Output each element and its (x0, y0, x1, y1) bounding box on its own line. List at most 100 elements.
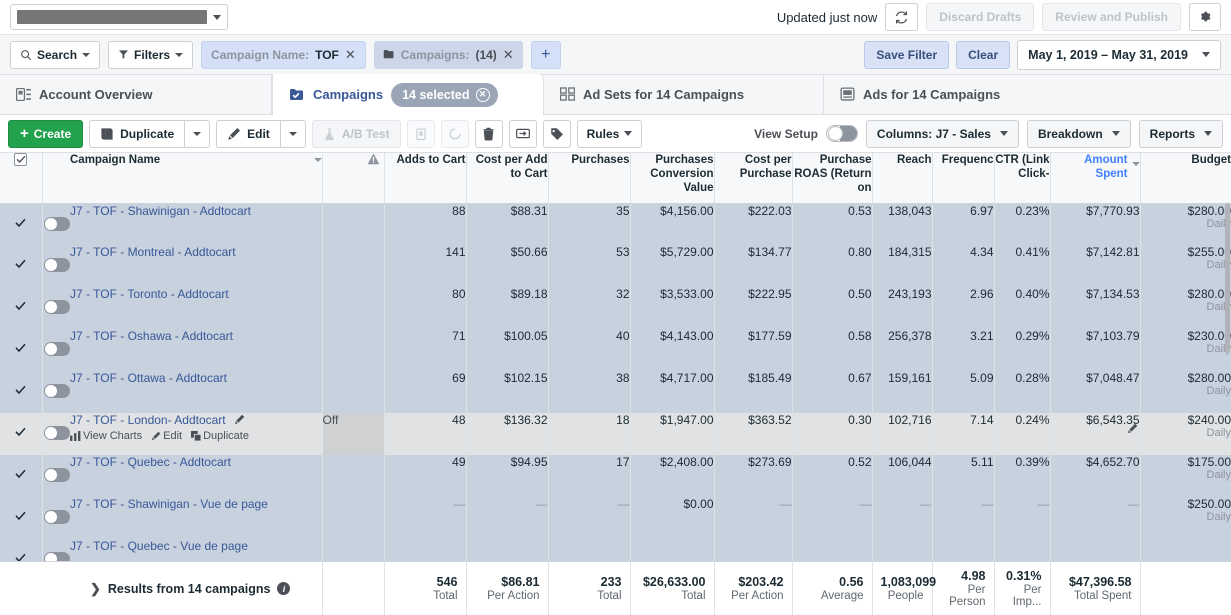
table-row[interactable]: J7 - TOF - Ottawa - Addtocart 69 $102.15… (0, 371, 1231, 413)
columns-dropdown[interactable]: Columns: J7 - Sales (866, 120, 1019, 148)
header-amount-spent-label: Amount Spent (1051, 153, 1128, 181)
save-filter-button[interactable]: Save Filter (864, 41, 949, 69)
view-charts-action[interactable]: View Charts (70, 430, 142, 442)
header-adds-to-cart[interactable]: Adds to Cart (384, 153, 466, 203)
tab-campaigns[interactable]: Campaigns 14 selected ✕ (272, 74, 544, 115)
header-frequency[interactable]: Frequenc (932, 153, 994, 203)
duplicate-action[interactable]: Duplicate (191, 430, 249, 442)
inline-edit-budget-icon[interactable] (1127, 423, 1138, 434)
duplicate-button[interactable]: Duplicate (89, 120, 184, 148)
selection-badge[interactable]: 14 selected ✕ (391, 83, 497, 107)
row-campaign-name[interactable]: J7 - TOF - Ottawa - Addtocart (70, 371, 322, 413)
table-row[interactable]: J7 - TOF - Oshawa - Addtocart 71 $100.05… (0, 329, 1231, 371)
campaign-name-header[interactable]: Campaign Name (70, 153, 322, 203)
footer-results-label[interactable]: ❯ Results from 14 campaigns i (70, 562, 322, 615)
revert-button[interactable] (441, 120, 469, 148)
table-row[interactable]: J7 - TOF - Shawinigan - Vue de page — — … (0, 497, 1231, 539)
filters-button[interactable]: Filters (108, 41, 193, 69)
row-checkbox[interactable] (0, 203, 42, 245)
sort-caret-icon[interactable] (314, 158, 322, 162)
row-campaign-name[interactable]: J7 - TOF - Oshawa - Addtocart (70, 329, 322, 371)
row-status-toggle[interactable] (42, 287, 70, 329)
header-purchases-conversion-value[interactable]: Purchases Conversion Value (630, 153, 714, 203)
date-range-picker[interactable]: May 1, 2019 – May 31, 2019 (1017, 40, 1221, 70)
vertical-scrollbar[interactable] (1224, 203, 1231, 561)
edit-button[interactable]: Edit (216, 120, 280, 148)
updated-status: Updated just now (777, 10, 877, 25)
footer-spacer (0, 562, 70, 615)
ab-test-button[interactable]: A/B Test (312, 120, 401, 148)
row-status-toggle[interactable] (42, 245, 70, 287)
row-status-toggle[interactable] (42, 371, 70, 413)
row-campaign-name[interactable]: J7 - TOF - Quebec - Addtocart (70, 455, 322, 497)
edit-dropdown-button[interactable] (280, 120, 306, 148)
search-button[interactable]: Search (10, 41, 100, 69)
add-filter-button[interactable]: + (531, 41, 561, 69)
discard-drafts-button[interactable]: Discard Drafts (926, 3, 1034, 31)
header-cost-per-add-to-cart[interactable]: Cost per Add to Cart (466, 153, 548, 203)
tag-button[interactable] (543, 120, 571, 148)
edit-action[interactable]: Edit (151, 430, 182, 442)
header-purchase-roas[interactable]: Purchase ROAS (Return on (792, 153, 872, 203)
header-purchases[interactable]: Purchases (548, 153, 630, 203)
header-amount-spent[interactable]: Amount Spent (1050, 153, 1140, 203)
row-campaign-name[interactable]: J7 - TOF - Shawinigan - Addtocart (70, 203, 322, 245)
clear-selection-icon[interactable]: ✕ (476, 88, 490, 102)
inline-edit-name-icon[interactable] (234, 414, 245, 425)
row-status-toggle[interactable] (42, 203, 70, 245)
row-status-toggle[interactable] (42, 413, 70, 455)
review-and-publish-button[interactable]: Review and Publish (1042, 3, 1181, 31)
row-campaign-name[interactable]: J7 - TOF - London- Addtocart View Charts… (70, 413, 322, 455)
rules-button[interactable]: Rules (577, 120, 643, 148)
view-setup-toggle[interactable] (826, 125, 858, 142)
tab-account-overview[interactable]: Account Overview (0, 74, 272, 114)
header-reach[interactable]: Reach (872, 153, 932, 203)
delete-button[interactable] (475, 120, 503, 148)
row-checkbox[interactable] (0, 245, 42, 287)
table-row[interactable]: J7 - TOF - Quebec - Addtocart 49 $94.95 … (0, 455, 1231, 497)
reports-dropdown[interactable]: Reports (1139, 120, 1223, 148)
header-budget[interactable]: Budget (1140, 153, 1231, 203)
row-campaign-name[interactable]: J7 - TOF - Shawinigan - Vue de page (70, 497, 322, 539)
row-campaign-name[interactable]: J7 - TOF - Montreal - Addtocart (70, 245, 322, 287)
cell-frequency: 5.09 (932, 371, 994, 413)
tab-adsets[interactable]: Ad Sets for 14 Campaigns (544, 74, 824, 114)
duplicate-dropdown-button[interactable] (184, 120, 210, 148)
table-row[interactable]: J7 - TOF - London- Addtocart View Charts… (0, 413, 1231, 455)
row-status-toggle[interactable] (42, 329, 70, 371)
row-checkbox[interactable] (0, 371, 42, 413)
table-row[interactable]: J7 - TOF - Shawinigan - Addtocart 88 $88… (0, 203, 1231, 245)
info-icon[interactable]: i (277, 582, 290, 595)
create-button[interactable]: + Create (8, 120, 83, 148)
table-row[interactable]: J7 - TOF - Montreal - Addtocart 141 $50.… (0, 245, 1231, 287)
account-selector[interactable] (10, 4, 228, 30)
copy-to-button[interactable] (407, 120, 435, 148)
select-all-header[interactable] (0, 153, 42, 203)
clear-filter-button[interactable]: Clear (956, 41, 1010, 69)
tab-ads[interactable]: Ads for 14 Campaigns (824, 74, 1104, 114)
header-ctr[interactable]: CTR (Link Click- (994, 153, 1050, 203)
cell-conv-value: $4,156.00 (630, 203, 714, 245)
row-status-toggle[interactable] (42, 497, 70, 539)
row-checkbox[interactable] (0, 287, 42, 329)
filter-pill-campaigns[interactable]: Campaigns: (14) ✕ (374, 41, 523, 69)
header-cost-per-purchase[interactable]: Cost per Purchase (714, 153, 792, 203)
select-all-checkbox[interactable] (14, 153, 27, 166)
cell-reach: 159,161 (872, 371, 932, 413)
row-checkbox[interactable] (0, 413, 42, 455)
expand-chevron-icon[interactable]: ❯ (90, 581, 101, 597)
close-icon[interactable]: ✕ (345, 47, 356, 63)
row-status-toggle[interactable] (42, 455, 70, 497)
campaigns-check-icon (289, 88, 305, 102)
export-button[interactable] (509, 120, 537, 148)
table-row[interactable]: J7 - TOF - Toronto - Addtocart 80 $89.18… (0, 287, 1231, 329)
refresh-button[interactable] (885, 3, 918, 31)
row-checkbox[interactable] (0, 329, 42, 371)
filter-pill-campaign-name[interactable]: Campaign Name: TOF ✕ (201, 41, 366, 69)
row-campaign-name[interactable]: J7 - TOF - Toronto - Addtocart (70, 287, 322, 329)
close-icon[interactable]: ✕ (503, 47, 514, 63)
breakdown-dropdown[interactable]: Breakdown (1027, 120, 1131, 148)
row-checkbox[interactable] (0, 497, 42, 539)
settings-button[interactable] (1189, 3, 1221, 31)
row-checkbox[interactable] (0, 455, 42, 497)
